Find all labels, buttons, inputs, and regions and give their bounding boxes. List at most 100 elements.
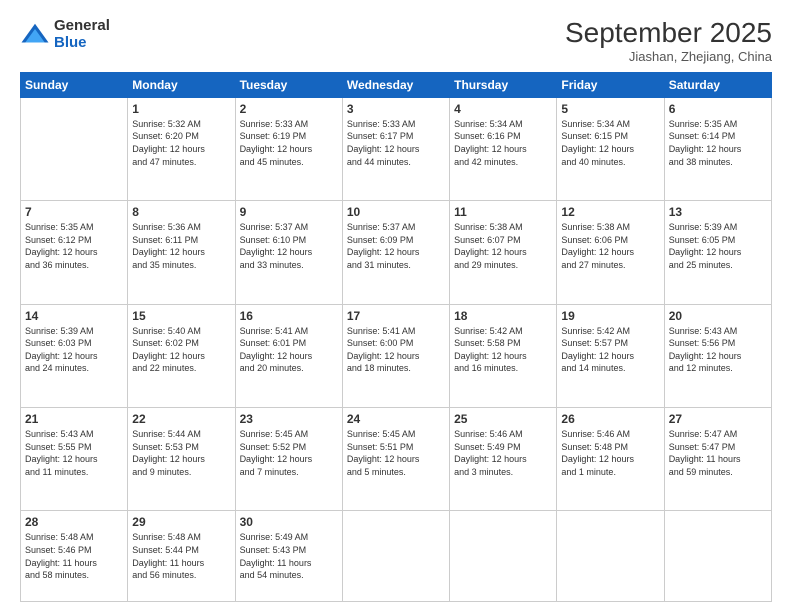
table-row: 14 Sunrise: 5:39 AM Sunset: 6:03 PM Dayli… [21, 304, 128, 407]
table-row: 24 Sunrise: 5:45 AM Sunset: 5:51 PM Dayli… [342, 408, 449, 511]
day-number: 19 [561, 309, 659, 323]
day-number: 6 [669, 102, 767, 116]
table-row: 28Sunrise: 5:48 AM Sunset: 5:46 PM Dayli… [21, 511, 128, 602]
day-number: 23 [240, 412, 338, 426]
day-number: 29 [132, 515, 230, 529]
table-row: 19 Sunrise: 5:42 AM Sunset: 5:57 PM Dayli… [557, 304, 664, 407]
day-info: Sunrise: 5:34 AM Sunset: 6:16 PM Dayligh… [454, 118, 552, 168]
day-info: Sunrise: 5:33 AM Sunset: 6:17 PM Dayligh… [347, 118, 445, 168]
weekday-header-row: Sunday Monday Tuesday Wednesday Thursday… [21, 72, 772, 97]
table-row: 17 Sunrise: 5:41 AM Sunset: 6:00 PM Dayli… [342, 304, 449, 407]
table-row [450, 511, 557, 602]
day-info: Sunrise: 5:48 AM Sunset: 5:46 PM Dayligh… [25, 531, 123, 581]
day-info: Sunrise: 5:49 AM Sunset: 5:43 PM Dayligh… [240, 531, 338, 581]
table-row: 25 Sunrise: 5:46 AM Sunset: 5:49 PM Dayli… [450, 408, 557, 511]
table-row: 30Sunrise: 5:49 AM Sunset: 5:43 PM Dayli… [235, 511, 342, 602]
day-number: 25 [454, 412, 552, 426]
calendar-week-row: 1 Sunrise: 5:32 AM Sunset: 6:20 PM Daylig… [21, 97, 772, 200]
calendar-week-row: 21 Sunrise: 5:43 AM Sunset: 5:55 PM Dayli… [21, 408, 772, 511]
day-info: Sunrise: 5:35 AM Sunset: 6:12 PM Dayligh… [25, 221, 123, 271]
day-info: Sunrise: 5:47 AM Sunset: 5:47 PM Dayligh… [669, 428, 767, 478]
day-info: Sunrise: 5:44 AM Sunset: 5:53 PM Dayligh… [132, 428, 230, 478]
day-number: 8 [132, 205, 230, 219]
table-row: 23 Sunrise: 5:45 AM Sunset: 5:52 PM Dayli… [235, 408, 342, 511]
table-row: 2 Sunrise: 5:33 AM Sunset: 6:19 PM Daylig… [235, 97, 342, 200]
day-number: 20 [669, 309, 767, 323]
table-row: 16 Sunrise: 5:41 AM Sunset: 6:01 PM Dayli… [235, 304, 342, 407]
table-row: 12Sunrise: 5:38 AM Sunset: 6:06 PM Dayli… [557, 201, 664, 304]
table-row: 4 Sunrise: 5:34 AM Sunset: 6:16 PM Daylig… [450, 97, 557, 200]
day-number: 7 [25, 205, 123, 219]
day-number: 18 [454, 309, 552, 323]
table-row: 8 Sunrise: 5:36 AM Sunset: 6:11 PM Daylig… [128, 201, 235, 304]
table-row: 18Sunrise: 5:42 AM Sunset: 5:58 PM Dayli… [450, 304, 557, 407]
day-info: Sunrise: 5:37 AM Sunset: 6:10 PM Dayligh… [240, 221, 338, 271]
day-number: 27 [669, 412, 767, 426]
day-number: 13 [669, 205, 767, 219]
col-thursday: Thursday [450, 72, 557, 97]
logo: General Blue [20, 18, 110, 51]
day-number: 16 [240, 309, 338, 323]
table-row: 13Sunrise: 5:39 AM Sunset: 6:05 PM Dayli… [664, 201, 771, 304]
day-info: Sunrise: 5:43 AM Sunset: 5:56 PM Dayligh… [669, 325, 767, 375]
day-info: Sunrise: 5:45 AM Sunset: 5:52 PM Dayligh… [240, 428, 338, 478]
table-row [664, 511, 771, 602]
col-friday: Friday [557, 72, 664, 97]
calendar-week-row: 28Sunrise: 5:48 AM Sunset: 5:46 PM Dayli… [21, 511, 772, 602]
calendar-table: Sunday Monday Tuesday Wednesday Thursday… [20, 72, 772, 602]
day-number: 17 [347, 309, 445, 323]
day-info: Sunrise: 5:35 AM Sunset: 6:14 PM Dayligh… [669, 118, 767, 168]
day-number: 21 [25, 412, 123, 426]
calendar-week-row: 14 Sunrise: 5:39 AM Sunset: 6:03 PM Dayli… [21, 304, 772, 407]
table-row: 5 Sunrise: 5:34 AM Sunset: 6:15 PM Daylig… [557, 97, 664, 200]
day-info: Sunrise: 5:46 AM Sunset: 5:49 PM Dayligh… [454, 428, 552, 478]
day-info: Sunrise: 5:34 AM Sunset: 6:15 PM Dayligh… [561, 118, 659, 168]
day-info: Sunrise: 5:36 AM Sunset: 6:11 PM Dayligh… [132, 221, 230, 271]
day-info: Sunrise: 5:33 AM Sunset: 6:19 PM Dayligh… [240, 118, 338, 168]
title-area: September 2025 Jiashan, Zhejiang, China [565, 18, 772, 64]
day-number: 24 [347, 412, 445, 426]
table-row: 27 Sunrise: 5:47 AM Sunset: 5:47 PM Dayli… [664, 408, 771, 511]
table-row: 3Sunrise: 5:33 AM Sunset: 6:17 PM Daylig… [342, 97, 449, 200]
table-row [557, 511, 664, 602]
day-info: Sunrise: 5:46 AM Sunset: 5:48 PM Dayligh… [561, 428, 659, 478]
day-info: Sunrise: 5:43 AM Sunset: 5:55 PM Dayligh… [25, 428, 123, 478]
table-row: 22 Sunrise: 5:44 AM Sunset: 5:53 PM Dayli… [128, 408, 235, 511]
day-number: 11 [454, 205, 552, 219]
day-number: 22 [132, 412, 230, 426]
table-row: 21 Sunrise: 5:43 AM Sunset: 5:55 PM Dayli… [21, 408, 128, 511]
table-row: 9 Sunrise: 5:37 AM Sunset: 6:10 PM Daylig… [235, 201, 342, 304]
table-row: 6 Sunrise: 5:35 AM Sunset: 6:14 PM Daylig… [664, 97, 771, 200]
day-number: 4 [454, 102, 552, 116]
day-number: 12 [561, 205, 659, 219]
col-tuesday: Tuesday [235, 72, 342, 97]
day-number: 1 [132, 102, 230, 116]
day-number: 15 [132, 309, 230, 323]
table-row: 7 Sunrise: 5:35 AM Sunset: 6:12 PM Daylig… [21, 201, 128, 304]
day-info: Sunrise: 5:39 AM Sunset: 6:03 PM Dayligh… [25, 325, 123, 375]
col-wednesday: Wednesday [342, 72, 449, 97]
table-row [342, 511, 449, 602]
table-row: 11 Sunrise: 5:38 AM Sunset: 6:07 PM Dayli… [450, 201, 557, 304]
day-info: Sunrise: 5:37 AM Sunset: 6:09 PM Dayligh… [347, 221, 445, 271]
day-number: 9 [240, 205, 338, 219]
day-info: Sunrise: 5:45 AM Sunset: 5:51 PM Dayligh… [347, 428, 445, 478]
table-row: 20 Sunrise: 5:43 AM Sunset: 5:56 PM Dayli… [664, 304, 771, 407]
day-info: Sunrise: 5:48 AM Sunset: 5:44 PM Dayligh… [132, 531, 230, 581]
table-row: 15 Sunrise: 5:40 AM Sunset: 6:02 PM Dayli… [128, 304, 235, 407]
day-info: Sunrise: 5:42 AM Sunset: 5:57 PM Dayligh… [561, 325, 659, 375]
day-info: Sunrise: 5:32 AM Sunset: 6:20 PM Dayligh… [132, 118, 230, 168]
day-number: 2 [240, 102, 338, 116]
day-info: Sunrise: 5:38 AM Sunset: 6:07 PM Dayligh… [454, 221, 552, 271]
day-info: Sunrise: 5:40 AM Sunset: 6:02 PM Dayligh… [132, 325, 230, 375]
day-number: 5 [561, 102, 659, 116]
day-number: 10 [347, 205, 445, 219]
calendar-week-row: 7 Sunrise: 5:35 AM Sunset: 6:12 PM Daylig… [21, 201, 772, 304]
table-row: 29 Sunrise: 5:48 AM Sunset: 5:44 PM Dayli… [128, 511, 235, 602]
table-row: 26Sunrise: 5:46 AM Sunset: 5:48 PM Dayli… [557, 408, 664, 511]
day-info: Sunrise: 5:41 AM Sunset: 6:00 PM Dayligh… [347, 325, 445, 375]
day-info: Sunrise: 5:41 AM Sunset: 6:01 PM Dayligh… [240, 325, 338, 375]
month-title: September 2025 [565, 18, 772, 49]
page: General Blue September 2025 Jiashan, Zhe… [0, 0, 792, 612]
day-number: 14 [25, 309, 123, 323]
